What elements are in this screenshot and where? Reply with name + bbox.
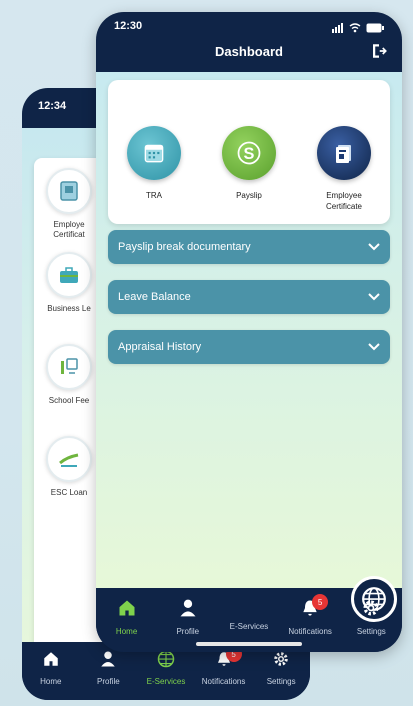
accordion-appraisal-history[interactable]: Appraisal History	[108, 330, 390, 364]
profile-icon	[178, 598, 198, 623]
nav-settings[interactable]: Settings	[343, 598, 399, 636]
nav-home[interactable]: Home	[99, 598, 155, 636]
certificate-icon	[317, 126, 371, 180]
loan-icon	[46, 436, 92, 482]
accordion-label: Leave Balance	[118, 291, 191, 303]
nav-label: Notifications	[201, 677, 246, 686]
nav-profile[interactable]: Profile	[80, 650, 136, 686]
quick-action-label: TRA	[146, 191, 162, 200]
nav-notifications[interactable]: 5 Notifications	[282, 594, 338, 636]
service-label: ESC Loan	[50, 488, 88, 497]
notification-badge: 5	[312, 594, 329, 610]
quick-actions-card: TRA S Payslip Employee Certificate	[108, 80, 390, 224]
nav-label: Notifications	[288, 627, 332, 636]
nav-settings[interactable]: Settings	[253, 650, 309, 686]
page-title: Dashboard	[215, 44, 283, 59]
home-icon	[42, 650, 60, 673]
dollar-icon: S	[222, 126, 276, 180]
profile-icon	[99, 650, 117, 673]
calendar-icon	[127, 126, 181, 180]
wifi-icon	[349, 20, 361, 38]
svg-text:S: S	[244, 145, 255, 163]
signal-icon	[332, 20, 344, 38]
chevron-down-icon	[368, 338, 380, 356]
service-school-fee[interactable]: School Fee	[34, 344, 104, 405]
nav-e-services[interactable]: E-Services	[138, 650, 194, 686]
chevron-down-icon	[368, 288, 380, 306]
nav-label: Home	[115, 627, 138, 636]
nav-profile[interactable]: Profile	[160, 598, 216, 636]
nav-label: Settings	[356, 627, 386, 636]
accordion-payslip-break[interactable]: Payslip break documentary	[108, 230, 390, 264]
service-label: Employe	[53, 220, 85, 229]
quick-action-payslip[interactable]: S Payslip	[209, 126, 289, 201]
service-label: School Fee	[48, 396, 90, 405]
home-indicator	[196, 642, 302, 646]
service-label-2: Certificat	[53, 230, 85, 239]
service-employee-certificate[interactable]: Employe Certificat	[34, 168, 104, 239]
nav-label: E-Services	[229, 622, 269, 631]
home-icon	[117, 598, 137, 623]
nav-label: Profile	[176, 627, 200, 636]
nav-notifications[interactable]: 5 Notifications	[196, 646, 252, 686]
quick-action-label: Payslip	[236, 191, 262, 200]
nav-e-services[interactable]: E-Services	[221, 576, 397, 631]
certificate-icon	[46, 168, 92, 214]
quick-action-label-2: Certificate	[325, 202, 362, 211]
service-business-loan[interactable]: Business Le	[34, 252, 104, 313]
front-phone: 12:30 Dashboard TRA S Payslip Employee C…	[96, 12, 402, 652]
nav-label: Settings	[266, 677, 296, 686]
chevron-down-icon	[368, 238, 380, 256]
nav-label: Home	[40, 677, 62, 686]
status-time: 12:30	[114, 20, 143, 32]
bottom-nav: Home Profile E-Services 5 Notifications …	[96, 576, 402, 652]
nav-label: Profile	[97, 677, 120, 686]
accordion-leave-balance[interactable]: Leave Balance	[108, 280, 390, 314]
globe-icon	[156, 650, 176, 673]
gear-icon	[361, 598, 381, 623]
battery-icon	[366, 20, 384, 38]
quick-action-label: Employee	[326, 191, 362, 200]
briefcase-icon	[46, 252, 92, 298]
dashboard-content: TRA S Payslip Employee Certificate Paysl…	[96, 72, 402, 592]
status-icons	[332, 20, 384, 38]
status-time: 12:34	[38, 100, 67, 112]
accordion-label: Payslip break documentary	[118, 241, 251, 253]
quick-action-employee-certificate[interactable]: Employee Certificate	[304, 126, 384, 212]
nav-label: E-Services	[146, 677, 186, 686]
service-esc-loan[interactable]: ESC Loan	[34, 436, 104, 497]
gear-icon	[272, 650, 290, 673]
services-panel: Employe Certificat Business Le School Fe…	[34, 158, 104, 658]
quick-action-tra[interactable]: TRA	[114, 126, 194, 201]
nav-home[interactable]: Home	[23, 650, 79, 686]
accordion-label: Appraisal History	[118, 341, 202, 353]
school-fee-icon	[46, 344, 92, 390]
logout-icon[interactable]	[370, 42, 388, 65]
service-label: Business Le	[47, 304, 91, 313]
